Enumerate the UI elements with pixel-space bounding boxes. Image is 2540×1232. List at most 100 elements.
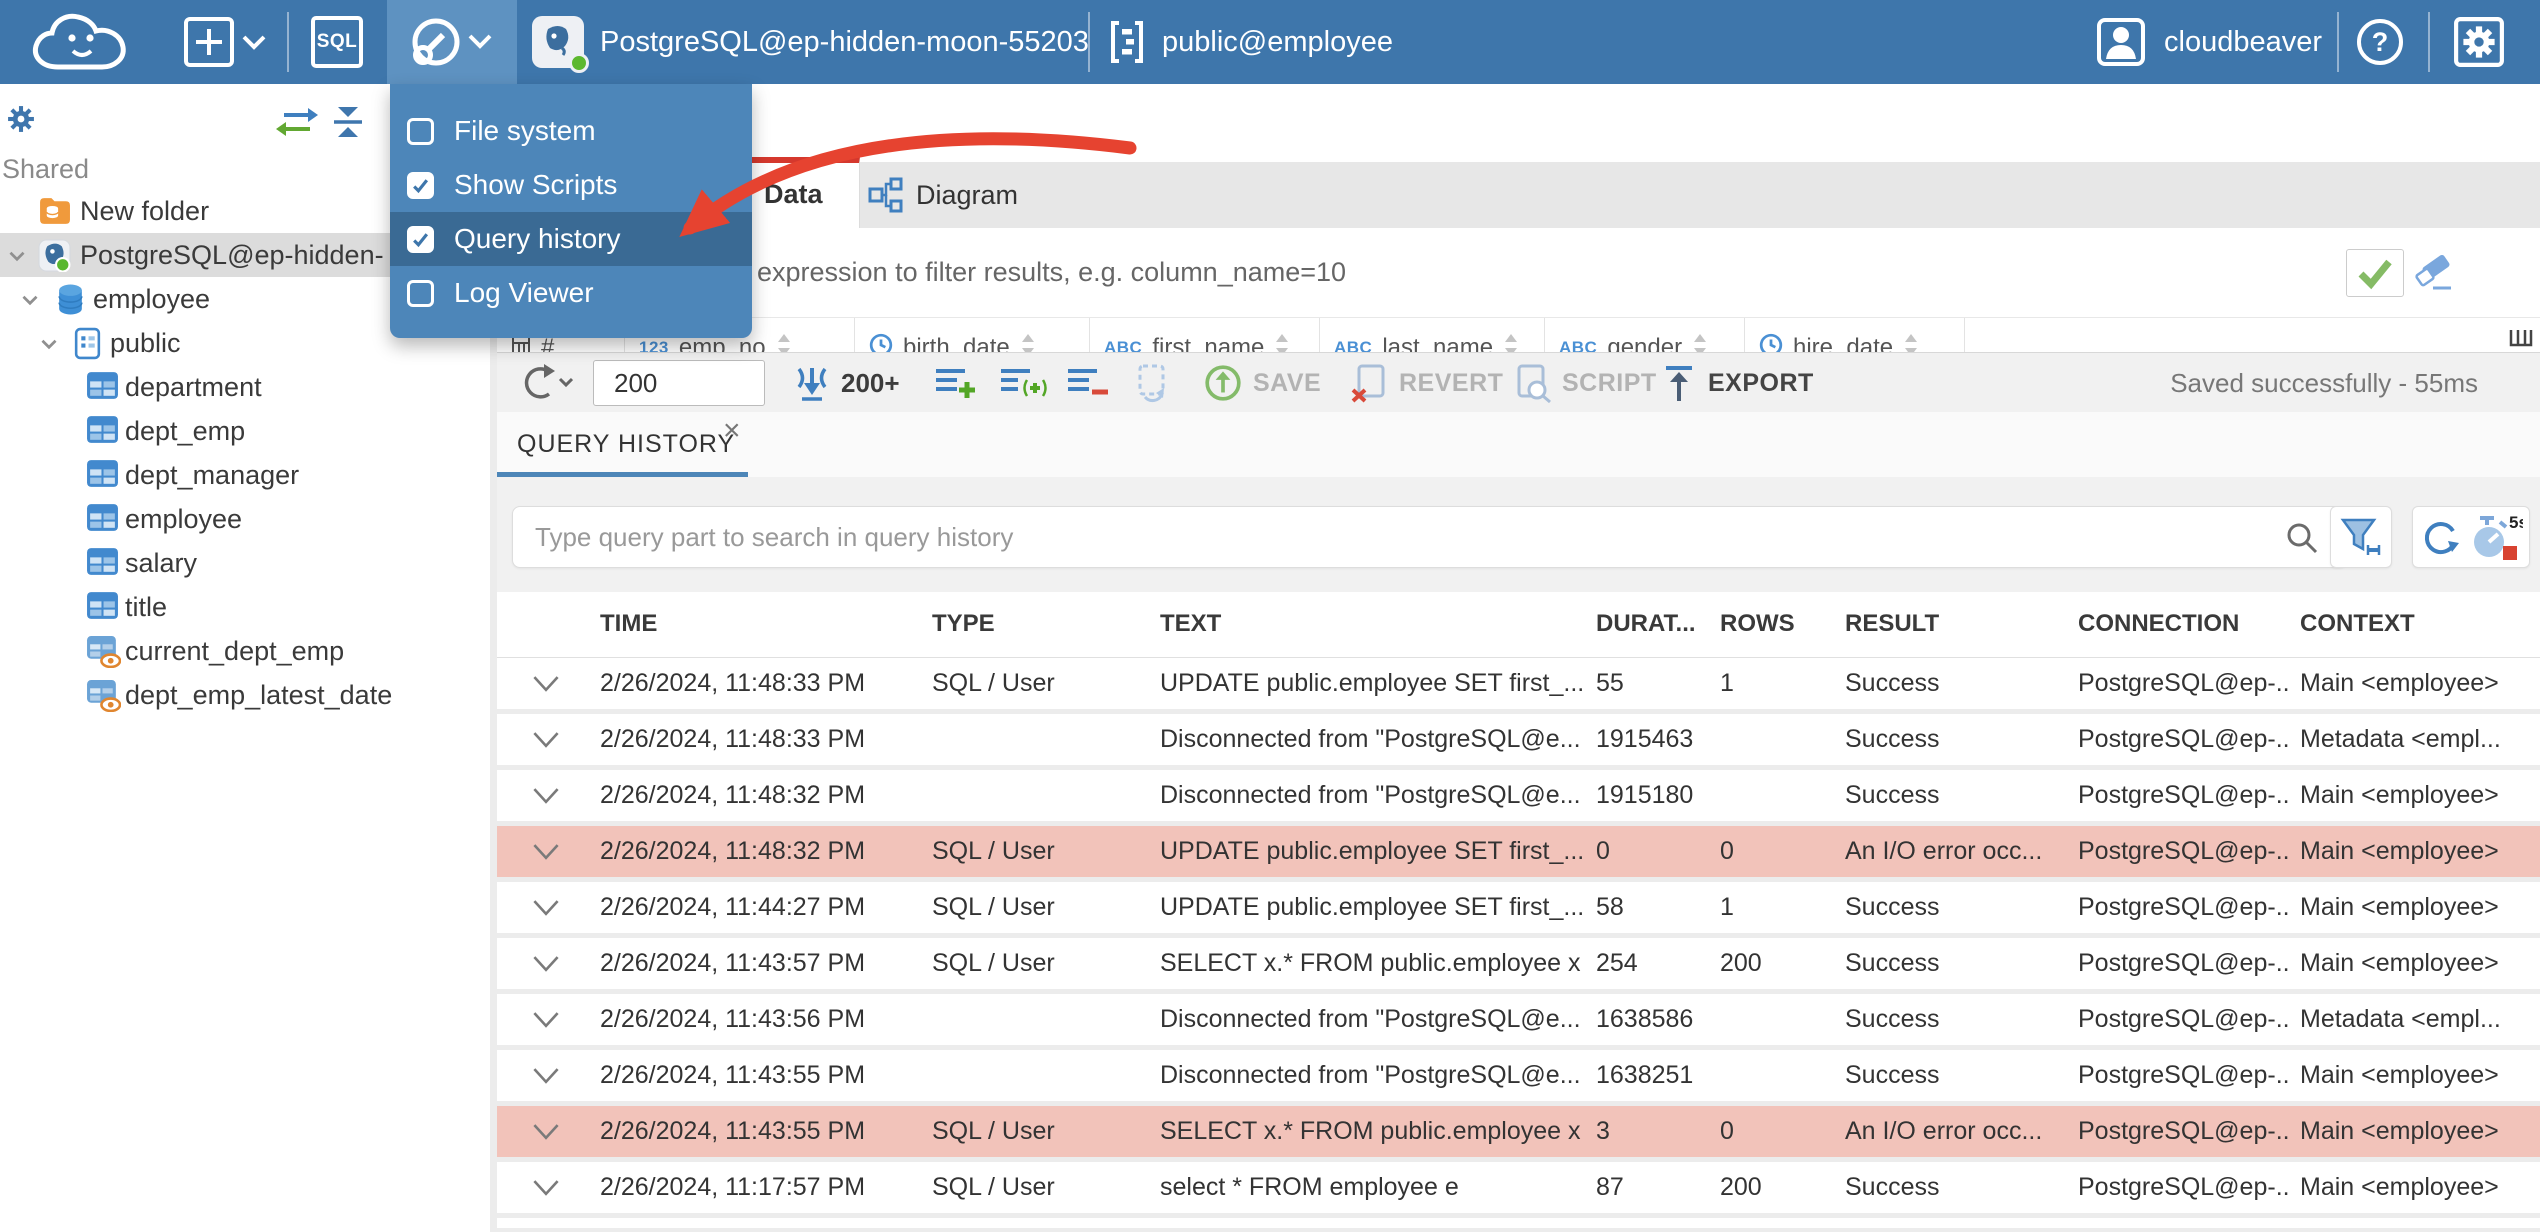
schema-selector[interactable]: public@employee (1108, 0, 1393, 84)
menu-item-query-history[interactable]: Query history (390, 212, 752, 266)
menu-item-log-viewer[interactable]: Log Viewer (390, 266, 752, 320)
qh-cell-context: Main <employee> (2300, 1117, 2499, 1145)
open-sql-editor-button[interactable]: SQL (311, 0, 363, 84)
query-history-row[interactable]: 2/26/2024, 11:43:57 PM SQL / User SELECT x… (497, 938, 2540, 989)
tree-item-department[interactable]: department (0, 365, 490, 409)
tree-item-dept-manager[interactable]: dept_manager (0, 453, 490, 497)
chevron-down-icon[interactable] (5, 244, 29, 273)
grid-column-header-birth-date[interactable]: birth_date (855, 318, 1090, 352)
filter-expression-input[interactable] (497, 228, 2342, 316)
sql-icon: SQL (311, 16, 363, 68)
query-history-row[interactable]: 2/26/2024, 11:43:55 PM Disconnected from … (497, 1050, 2540, 1101)
menu-item-file-system[interactable]: File system (390, 104, 752, 158)
unchecked-checkbox-icon[interactable] (407, 117, 434, 145)
connection-selector[interactable]: PostgreSQL@ep-hidden-moon-55203 (532, 0, 1089, 84)
expand-row-icon[interactable] (530, 954, 562, 978)
expand-row-icon[interactable] (530, 786, 562, 810)
tree-item-dept-emp-latest-date[interactable]: dept_emp_latest_date (0, 673, 490, 717)
qh-cell-duration: 87 (1596, 1173, 1624, 1201)
funnel-icon (2340, 518, 2381, 555)
query-history-refresh-controls[interactable]: 5s (2412, 506, 2530, 568)
save-status-text: Saved successfully - 55ms (2170, 367, 2478, 398)
table-row-partial[interactable] (497, 1218, 2540, 1228)
settings-button[interactable] (2453, 0, 2505, 84)
add-row-button[interactable] (934, 353, 978, 413)
sort-icon[interactable] (776, 332, 792, 352)
query-history-search-input[interactable] (512, 506, 2347, 568)
apply-filter-button[interactable] (2346, 249, 2404, 297)
tree-item-title[interactable]: title (0, 585, 490, 629)
checked-checkbox-icon[interactable] (407, 225, 434, 253)
unchecked-checkbox-icon[interactable] (407, 279, 434, 307)
qh-column-header-type[interactable]: TYPE (932, 610, 1147, 638)
menu-item-show-scripts[interactable]: Show Scripts (390, 158, 752, 212)
qh-column-header-time[interactable]: TIME (600, 610, 920, 638)
grid-column-header-hire-date[interactable]: hire_date (1745, 318, 1965, 352)
sort-icon[interactable] (1274, 332, 1290, 352)
help-button[interactable]: ? (2355, 0, 2405, 84)
tab-diagram[interactable]: Diagram (860, 162, 1085, 228)
sort-icon[interactable] (1503, 332, 1519, 352)
revert-button[interactable]: REVERT (1349, 353, 1503, 413)
qh-column-header-text[interactable]: TEXT (1160, 610, 1585, 638)
duplicate-row-button[interactable] (999, 353, 1049, 413)
script-button[interactable]: SCRIPT (1512, 353, 1657, 413)
qh-column-header-connection[interactable]: CONNECTION (2078, 610, 2290, 638)
grid-column-header-gender[interactable]: ABC gender (1545, 318, 1745, 352)
expand-row-icon[interactable] (530, 1010, 562, 1034)
checked-checkbox-icon[interactable] (407, 171, 434, 199)
query-history-row[interactable]: 2/26/2024, 11:44:27 PM SQL / User UPDATE p… (497, 882, 2540, 933)
export-button[interactable]: EXPORT (1662, 353, 1814, 413)
grid-column-header-first-name[interactable]: ABC first_name (1090, 318, 1320, 352)
chevron-down-icon[interactable] (37, 332, 61, 361)
clear-filter-button[interactable] (2415, 254, 2457, 297)
expand-row-icon[interactable] (530, 730, 562, 754)
row-limit-input[interactable] (593, 360, 765, 406)
query-history-row[interactable]: 2/26/2024, 11:48:33 PM Disconnected from … (497, 714, 2540, 765)
user-menu[interactable]: cloudbeaver (2096, 0, 2322, 84)
sync-selection-icon[interactable] (276, 106, 318, 143)
tree-item-employee[interactable]: employee (0, 497, 490, 541)
grid-columns-config-icon[interactable] (2508, 322, 2534, 352)
text-type-icon: ABC (1334, 338, 1373, 352)
fetch-more-button[interactable]: 200+ (793, 353, 900, 413)
refresh-button[interactable] (515, 353, 573, 413)
chevron-down-icon[interactable] (18, 288, 42, 317)
expand-row-icon[interactable] (530, 1122, 562, 1146)
cloudbeaver-logo-icon[interactable] (28, 0, 132, 84)
query-history-row[interactable]: 2/26/2024, 11:48:33 PM SQL / User UPDATE p… (497, 658, 2540, 709)
auto-refresh-interval-label: 5s (2509, 513, 2523, 532)
query-history-row[interactable]: 2/26/2024, 11:48:32 PM SQL / User UPDATE p… (497, 826, 2540, 877)
tab-query-history[interactable]: QUERY HISTORY × (497, 412, 748, 477)
tree-item-salary[interactable]: salary (0, 541, 490, 585)
tree-item-current-dept-emp[interactable]: current_dept_emp (0, 629, 490, 673)
save-button[interactable]: SAVE (1203, 353, 1321, 413)
expand-row-icon[interactable] (530, 842, 562, 866)
query-history-row[interactable]: 2/26/2024, 11:48:32 PM Disconnected from … (497, 770, 2540, 821)
refresh-document-button[interactable] (1131, 353, 1173, 413)
navigator-settings-icon[interactable] (4, 102, 38, 141)
qh-column-header-durat[interactable]: DURAT... (1596, 610, 1711, 638)
tree-item-dept-emp[interactable]: dept_emp (0, 409, 490, 453)
expand-row-icon[interactable] (530, 1178, 562, 1202)
query-history-row[interactable]: 2/26/2024, 11:17:57 PM SQL / User select *… (497, 1162, 2540, 1213)
qh-column-header-result[interactable]: RESULT (1845, 610, 2067, 638)
query-history-filter-button[interactable] (2330, 506, 2392, 568)
new-connection-button[interactable] (183, 0, 269, 84)
query-history-row[interactable]: 2/26/2024, 11:43:56 PM Disconnected from … (497, 994, 2540, 1045)
delete-row-button[interactable] (1066, 353, 1110, 413)
sort-icon[interactable] (1692, 332, 1708, 352)
qh-column-header-context[interactable]: CONTEXT (2300, 610, 2535, 638)
collapse-all-icon[interactable] (330, 104, 366, 145)
postgresql-icon (532, 16, 589, 73)
sort-icon[interactable] (1903, 332, 1919, 352)
grid-column-header-last-name[interactable]: ABC last_name (1320, 318, 1545, 352)
expand-row-icon[interactable] (530, 898, 562, 922)
expand-row-icon[interactable] (530, 1066, 562, 1090)
close-icon[interactable]: × (723, 416, 741, 446)
query-history-row[interactable]: 2/26/2024, 11:43:55 PM SQL / User SELECT x… (497, 1106, 2540, 1157)
sort-icon[interactable] (1020, 332, 1036, 352)
qh-column-header-rows[interactable]: ROWS (1720, 610, 1832, 638)
expand-row-icon[interactable] (530, 674, 562, 698)
tools-menu-button[interactable] (387, 0, 517, 84)
